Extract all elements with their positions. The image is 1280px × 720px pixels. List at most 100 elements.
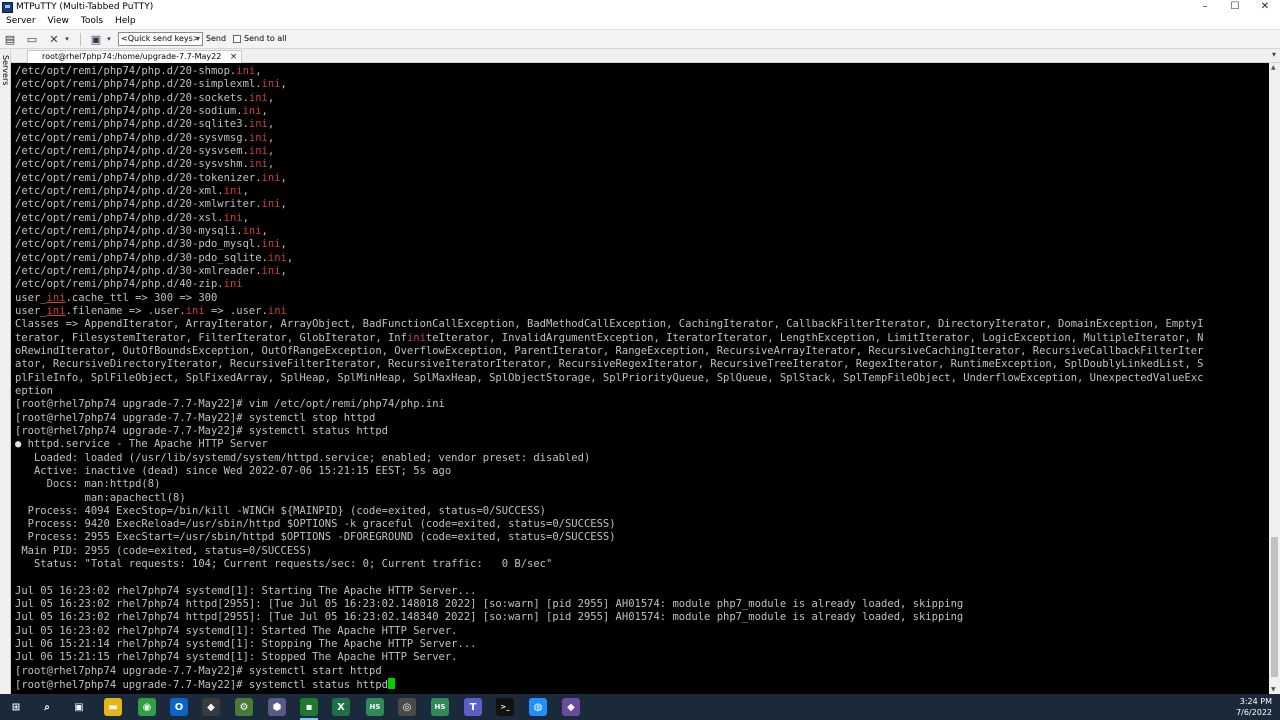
terminal-text: ,: [267, 118, 275, 131]
connect-icon[interactable]: ▤: [2, 32, 18, 46]
terminal-text: /etc/opt/remi/php74/php.d/20-shmop.: [15, 65, 237, 77]
tab-list-dropdown-icon[interactable]: ▾: [1272, 50, 1276, 59]
hs2-icon[interactable]: HS: [431, 698, 449, 716]
terminal-text: eption: [15, 384, 53, 397]
terminal-text: ,: [280, 238, 287, 251]
ini-highlight: ini: [261, 238, 281, 251]
ini-highlight: ini: [236, 65, 256, 77]
terminal-line: /etc/opt/remi/php74/php.d/30-xmlreader.i…: [15, 265, 287, 277]
terminal-text: /etc/opt/remi/php74/php.d/20-sqlite3.: [15, 118, 249, 131]
git2-icon[interactable]: ◆: [562, 698, 580, 716]
terminal-line: man:apachectl(8): [15, 492, 186, 504]
cube-icon[interactable]: ⬢: [268, 698, 286, 716]
scroll-down-icon[interactable]: ▼: [1271, 686, 1276, 693]
terminal-text: teIterator, InvalidArgumentException, It…: [425, 331, 1204, 344]
terminal-line: [root@rhel7php74 upgrade-7.7-May22]# sys…: [15, 665, 382, 677]
windows-start-icon[interactable]: ⊞: [7, 698, 25, 716]
terminal-line: /etc/opt/remi/php74/php.d/20-simplexml.i…: [15, 78, 287, 90]
terminal-text: /etc/opt/remi/php74/php.d/20-xsl.: [15, 211, 224, 224]
terminal-icon[interactable]: >_: [496, 698, 514, 716]
git-icon[interactable]: ◆: [202, 698, 220, 716]
quick-send-select[interactable]: <Quick send keys> ▾: [118, 32, 203, 46]
vpn-icon[interactable]: ◎: [398, 698, 416, 716]
terminal-line: /etc/opt/remi/php74/php.d/20-xsl.ini,: [15, 212, 249, 224]
disconnect-dropdown-icon[interactable]: ▾: [62, 32, 72, 46]
terminal-text: /etc/opt/remi/php74/php.d/20-sockets.: [15, 91, 249, 104]
terminal-text: Process: 9420 ExecReload=/usr/sbin/httpd…: [15, 518, 616, 531]
teams-icon[interactable]: T: [464, 698, 482, 716]
menu-bar: Server View Tools Help: [0, 15, 1280, 29]
menu-help[interactable]: Help: [109, 15, 142, 29]
ini-highlight: ini: [261, 78, 281, 91]
clock-date: 7/6/2022: [1236, 708, 1272, 717]
layout-dropdown-icon[interactable]: ▾: [104, 32, 114, 46]
excel-icon[interactable]: X: [332, 698, 350, 716]
ini-highlight: ini: [223, 278, 243, 291]
ini-highlight: ini: [261, 198, 281, 211]
search-icon[interactable]: ⌕: [38, 698, 56, 716]
terminal-text: /etc/opt/remi/php74/php.d/20-sysvsem.: [15, 144, 249, 157]
system-clock[interactable]: 3:24 PM 7/6/2022: [1236, 696, 1272, 718]
maximize-button[interactable]: ☐: [1220, 0, 1250, 15]
terminal-line: user_ini.cache_ttl => 300 => 300: [15, 292, 217, 304]
ini-highlight: ini: [248, 158, 268, 171]
terminal-text: ,: [261, 224, 268, 237]
ini-highlight: ini: [406, 331, 426, 344]
terminal-line: plFileInfo, SplFileObject, SplFixedArray…: [15, 372, 1203, 384]
terminal-text: httpd.service - The Apache HTTP Server: [21, 438, 268, 451]
menu-server[interactable]: Server: [0, 15, 42, 29]
terminal-text: /etc/opt/remi/php74/php.d/20-tokenizer.: [15, 171, 262, 184]
tool-icon[interactable]: ⚙: [235, 698, 253, 716]
close-icon[interactable]: ×: [230, 51, 238, 63]
terminal-line: Jul 06 15:21:14 rhel7php74 systemd[1]: S…: [15, 638, 476, 650]
terminal-scrollbar[interactable]: ▲ ▼: [1269, 63, 1280, 694]
ini-highlight: ini: [223, 211, 243, 224]
scroll-up-icon[interactable]: ▲: [1271, 64, 1276, 71]
mtputty-icon[interactable]: ▪: [300, 698, 318, 716]
terminal-text: plFileInfo, SplFileObject, SplFixedArray…: [15, 371, 1204, 384]
layout-icon[interactable]: ▣: [88, 32, 104, 46]
terminal-text: /etc/opt/remi/php74/php.d/20-simplexml.: [15, 78, 262, 91]
close-button[interactable]: ✕: [1250, 0, 1280, 15]
ini-highlight: ini: [242, 224, 262, 237]
outlook-icon[interactable]: O: [170, 698, 188, 716]
terminal-line: Process: 2955 ExecStart=/usr/sbin/httpd …: [15, 531, 616, 543]
tab-session[interactable]: root@rhel7php74:/home/upgrade-7.7-May22 …: [27, 50, 243, 63]
quick-send-value: <Quick send keys>: [121, 34, 200, 43]
menu-tools[interactable]: Tools: [75, 15, 109, 29]
terminal-line: Classes => AppendIterator, ArrayIterator…: [15, 318, 1203, 330]
open-folder-icon[interactable]: ▭: [24, 32, 40, 46]
ini-highlight: ini: [267, 304, 287, 317]
terminal-text: Main PID: 2955 (code=exited, status=0/SU…: [15, 544, 313, 557]
menu-view[interactable]: View: [42, 15, 75, 29]
terminal-line: Status: "Total requests: 104; Current re…: [15, 558, 552, 570]
task-view-icon[interactable]: ▣: [70, 698, 88, 716]
terminal-text: /etc/opt/remi/php74/php.d/30-mysqli.: [15, 224, 243, 237]
send-to-all-label[interactable]: Send to all: [244, 33, 287, 45]
file-explorer-icon[interactable]: ▬: [104, 698, 122, 716]
terminal-line: Loaded: loaded (/usr/lib/systemd/system/…: [15, 452, 590, 464]
network-icon[interactable]: ◍: [529, 698, 547, 716]
terminal-text: /etc/opt/remi/php74/php.d/30-pdo_mysql.: [15, 238, 262, 251]
servers-sidebar[interactable]: Servers: [0, 49, 11, 694]
minimize-button[interactable]: –: [1190, 0, 1220, 15]
send-button[interactable]: Send: [205, 32, 227, 46]
clock-time: 3:24 PM: [1239, 697, 1272, 706]
send-to-all-checkbox[interactable]: [233, 35, 241, 43]
disconnect-icon[interactable]: ✕: [46, 32, 62, 46]
title-bar: MTPuTTY (Multi-Tabbed PuTTY) – ☐ ✕: [0, 0, 1280, 15]
ini-highlight: ini: [248, 91, 268, 104]
scrollbar-thumb[interactable]: [1271, 537, 1278, 677]
terminal-line: /etc/opt/remi/php74/php.d/20-sysvmsg.ini…: [15, 132, 274, 144]
hs-icon[interactable]: HS: [366, 698, 384, 716]
terminal-line: eption: [15, 385, 53, 397]
terminal-line: /etc/opt/remi/php74/php.d/20-sysvshm.ini…: [15, 158, 274, 170]
terminal-text: ,: [267, 158, 275, 171]
servers-label[interactable]: Servers: [1, 55, 10, 85]
terminal-text: [root@rhel7php74 upgrade-7.7-May22]# vim…: [15, 398, 445, 411]
ini-highlight: ini: [46, 291, 66, 304]
tab-title: root@rhel7php74:/home/upgrade-7.7-May22: [42, 52, 222, 61]
chrome-icon[interactable]: ◉: [138, 698, 156, 716]
terminal-text: Jul 06 15:21:15 rhel7php74 systemd[1]: S…: [15, 651, 458, 664]
terminal-screen[interactable]: /etc/opt/remi/php74/php.d/20-shmop.ini, …: [11, 63, 1269, 694]
